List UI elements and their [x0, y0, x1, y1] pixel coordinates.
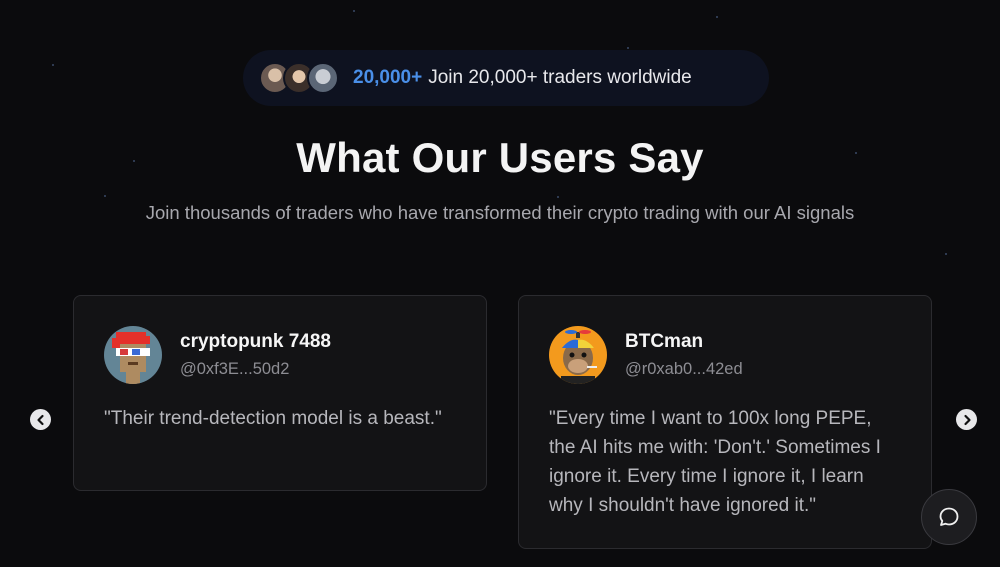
social-proof-badge: 20,000+ Join 20,000+ traders worldwide	[243, 50, 769, 106]
avatar	[549, 326, 607, 384]
carousel-next-button[interactable]	[956, 409, 977, 430]
avatar	[104, 326, 162, 384]
carousel-prev-button[interactable]	[30, 409, 51, 430]
avatar-stack	[259, 62, 339, 94]
section-subtitle: Join thousands of traders who have trans…	[145, 202, 855, 223]
section-title: What Our Users Say	[296, 134, 704, 181]
chat-bubble-icon	[939, 507, 959, 526]
chevron-left-icon	[36, 414, 44, 425]
testimonial-quote: "Their trend-detection model is a beast.…	[104, 408, 442, 429]
avatar	[307, 62, 339, 94]
badge-label: Join 20,000+ traders worldwide	[428, 67, 692, 88]
user-name: BTCman	[625, 331, 704, 352]
user-name: cryptopunk 7488	[180, 331, 331, 352]
badge-count: 20,000+	[353, 67, 423, 88]
testimonial-card: BTCman @r0xab0...42ed "Every time I want…	[518, 295, 932, 549]
user-handle: @r0xab0...42ed	[625, 360, 743, 378]
testimonial-card: cryptopunk 7488 @0xf3E...50d2 "Their tre…	[73, 295, 487, 491]
chevron-right-icon	[963, 414, 971, 425]
badge-text: 20,000+ Join 20,000+ traders worldwide	[353, 67, 692, 89]
testimonial-quote: "Every time I want to 100x long PEPE, th…	[549, 408, 881, 516]
chat-button[interactable]	[921, 489, 977, 545]
user-handle: @0xf3E...50d2	[180, 360, 290, 378]
